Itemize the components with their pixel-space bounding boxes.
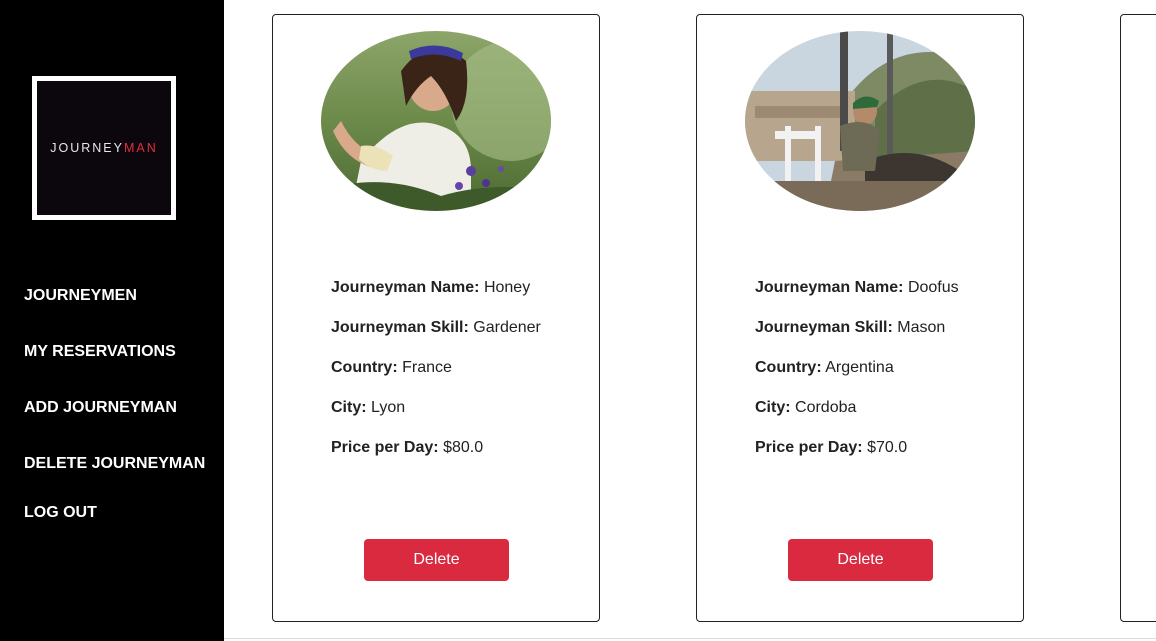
price-field: Price per Day: $70.0 bbox=[755, 439, 908, 456]
sidebar: JOURNEYMAN JOURNEYMEN MY RESERVATIONS AD… bbox=[0, 0, 224, 641]
name-field: Journeyman Name: Doofus bbox=[755, 279, 959, 296]
delete-button[interactable]: Delete bbox=[788, 539, 933, 581]
delete-button[interactable]: Delete bbox=[364, 539, 509, 581]
page-bottom-border bbox=[224, 638, 1156, 639]
country-field: Country: Argentina bbox=[755, 359, 894, 376]
logo-text: JOURNEYMAN bbox=[50, 141, 158, 155]
nav-add-journeyman[interactable]: ADD JOURNEYMAN bbox=[24, 399, 177, 417]
journeyman-card: Journeyman Name: Doofus Journeyman Skill… bbox=[696, 14, 1024, 622]
journeyman-photo bbox=[321, 31, 551, 211]
name-field: Journeyman Name: Honey bbox=[331, 279, 531, 296]
nav-delete-journeyman[interactable]: DELETE JOURNEYMAN bbox=[24, 455, 205, 473]
price-field: Price per Day: $80.0 bbox=[331, 439, 484, 456]
city-field: City: Lyon bbox=[331, 399, 406, 416]
city-field: City: Cordoba bbox=[755, 399, 857, 416]
journeyman-card: Journeyman Name: Honey Journeyman Skill:… bbox=[272, 14, 600, 622]
nav-log-out[interactable]: LOG OUT bbox=[24, 504, 97, 522]
nav-journeymen[interactable]: JOURNEYMEN bbox=[24, 287, 137, 305]
nav-my-reservations[interactable]: MY RESERVATIONS bbox=[24, 343, 176, 361]
journeyman-logo[interactable]: JOURNEYMAN bbox=[32, 76, 176, 220]
journeymen-list: Journeyman Name: Honey Journeyman Skill:… bbox=[224, 0, 1156, 641]
country-field: Country: France bbox=[331, 359, 452, 376]
journeyman-card-partial bbox=[1120, 14, 1156, 622]
skill-field: Journeyman Skill: Gardener bbox=[331, 319, 541, 336]
journeyman-photo bbox=[745, 31, 975, 211]
skill-field: Journeyman Skill: Mason bbox=[755, 319, 946, 336]
